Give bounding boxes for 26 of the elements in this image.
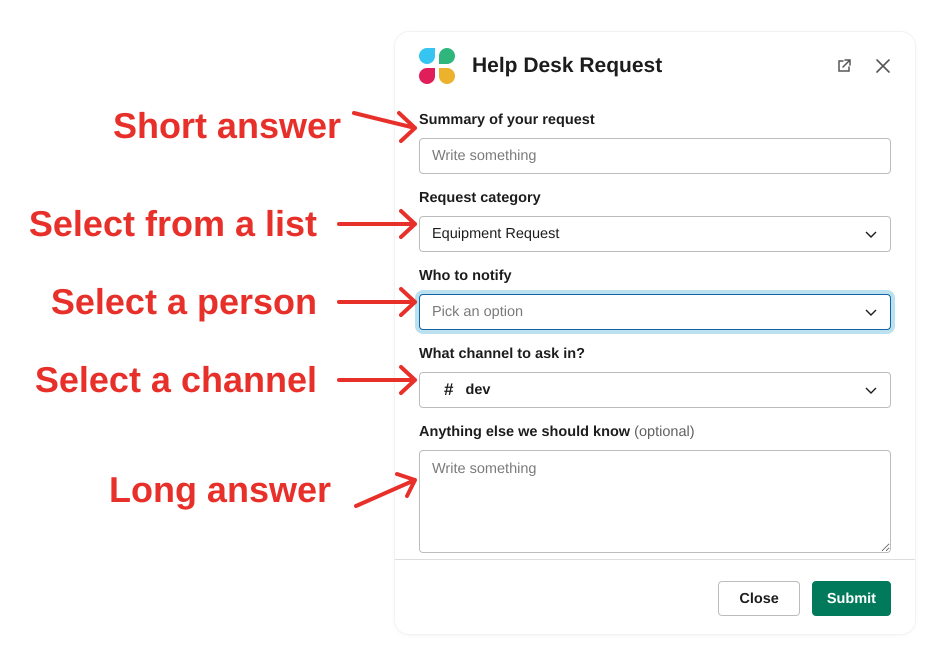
close-button[interactable]: Close: [718, 581, 800, 616]
submit-button[interactable]: Submit: [812, 581, 891, 616]
arrow-icon: [351, 108, 419, 144]
field-label: Who to notify: [419, 267, 513, 285]
textarea-field[interactable]: Write something: [419, 450, 891, 553]
text-field[interactable]: Write something: [419, 138, 891, 174]
dialog-title: Help Desk Request: [472, 54, 664, 78]
field-label: Summary of your request: [419, 111, 596, 129]
annotation-text: Short answer: [112, 104, 341, 148]
annotation-text: Long answer: [108, 468, 331, 512]
dropdown[interactable]: # dev: [419, 372, 891, 408]
annotation-text: Select a person: [50, 280, 317, 324]
close-icon[interactable]: [875, 58, 891, 74]
field-label: Anything else we should know (optional): [419, 423, 696, 441]
dropdown[interactable]: Pick an option: [419, 294, 891, 330]
arrow-icon: [353, 470, 419, 510]
arrow-icon: [337, 364, 419, 396]
field-label: Request category: [419, 189, 542, 207]
dropdown[interactable]: Equipment Request: [419, 216, 891, 252]
annotation-text: Select from a list: [28, 202, 317, 246]
annotation-text: Select a channel: [34, 358, 317, 402]
arrow-icon: [337, 208, 419, 240]
arrow-icon: [337, 286, 419, 318]
logo-icon: [419, 48, 455, 84]
field-label: What channel to ask in?: [419, 345, 586, 363]
external-link-icon[interactable]: [836, 58, 852, 74]
